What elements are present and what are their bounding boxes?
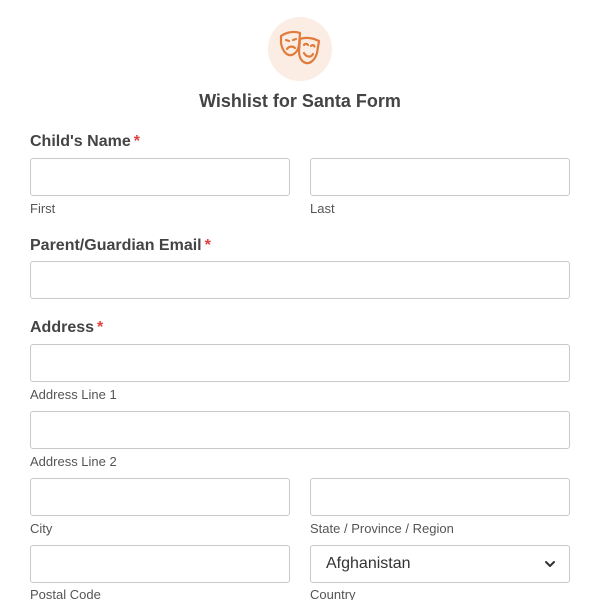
address-label: Address * (30, 319, 103, 337)
required-marker: * (97, 319, 104, 336)
address-line1-sublabel: Address Line 1 (30, 387, 117, 402)
chevron-down-icon (543, 557, 557, 571)
required-marker: * (204, 237, 211, 254)
state-sublabel: State / Province / Region (310, 521, 454, 536)
postal-code-sublabel: Postal Code (30, 587, 101, 600)
child-last-name-input[interactable] (310, 158, 570, 196)
first-name-sublabel: First (30, 201, 56, 216)
child-name-label-text: Child's Name (30, 133, 131, 150)
theater-masks-icon (279, 30, 321, 65)
email-input[interactable] (30, 261, 570, 299)
address-label-text: Address (30, 319, 95, 336)
country-sublabel: Country (310, 587, 356, 600)
email-label: Parent/Guardian Email * (30, 237, 211, 255)
postal-code-input[interactable] (30, 545, 290, 583)
address-line2-sublabel: Address Line 2 (30, 454, 117, 469)
form-title: Wishlist for Santa Form (199, 91, 401, 111)
email-label-text: Parent/Guardian Email (30, 237, 202, 254)
form-logo (268, 17, 332, 81)
country-select[interactable]: Afghanistan (310, 545, 570, 583)
state-input[interactable] (310, 478, 570, 516)
required-marker: * (133, 133, 140, 150)
city-input[interactable] (30, 478, 290, 516)
address-line2-input[interactable] (30, 411, 570, 449)
child-name-label: Child's Name * (30, 133, 140, 151)
address-line1-input[interactable] (30, 344, 570, 382)
country-selected-value: Afghanistan (326, 555, 411, 572)
form-page: Wishlist for Santa Form Child's Name * Fi… (0, 0, 600, 600)
child-first-name-input[interactable] (30, 158, 290, 196)
last-name-sublabel: Last (310, 201, 335, 216)
city-sublabel: City (30, 521, 53, 536)
